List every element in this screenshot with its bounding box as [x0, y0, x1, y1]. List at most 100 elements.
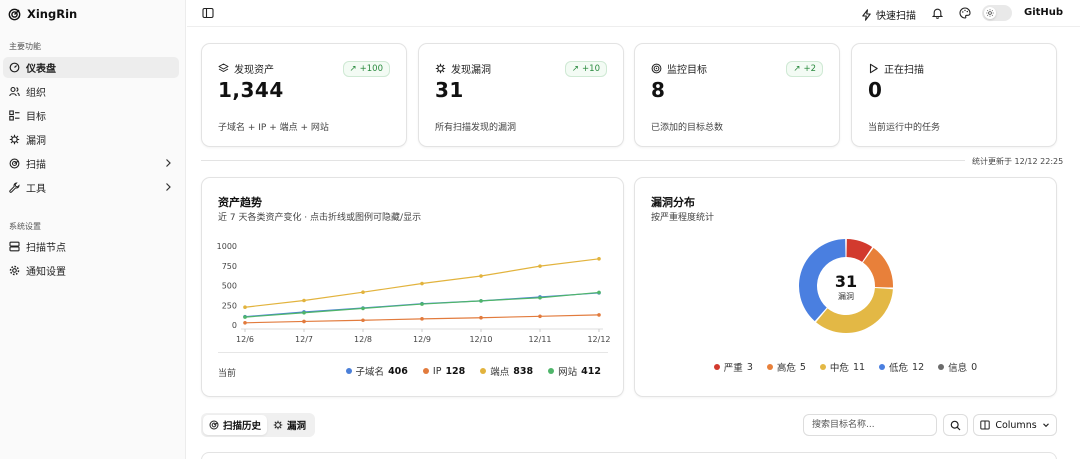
- sidebar-item-dashboard[interactable]: 仪表盘: [3, 57, 179, 78]
- legend-dot: [766, 364, 773, 370]
- data-point: [302, 310, 306, 315]
- sidebar-item-label: 扫描: [26, 160, 46, 171]
- data-point: [243, 315, 247, 319]
- legend-dot: [480, 368, 487, 374]
- target-icon: [651, 63, 662, 74]
- y-tick-label: 1000: [217, 242, 237, 251]
- legend-item[interactable]: 高危 5: [766, 360, 806, 374]
- current-label: 当前: [218, 369, 237, 379]
- layers-icon: [218, 63, 229, 72]
- sidebar-item-scans[interactable]: 扫描: [3, 153, 179, 174]
- sidebar-item-vulnerabilities[interactable]: 漏洞: [3, 129, 179, 150]
- data-point: [302, 319, 306, 324]
- y-tick-label: 750: [222, 262, 237, 271]
- section-divider: [201, 160, 965, 161]
- data-point: [479, 274, 483, 278]
- sidebar-item-organizations[interactable]: 组织: [3, 81, 179, 102]
- legend-name: 中危: [829, 363, 849, 374]
- columns-button[interactable]: Columns: [973, 414, 1057, 436]
- stat-desc: 所有扫描发现的漏洞: [435, 123, 517, 133]
- legend-value: 838: [513, 365, 534, 377]
- legend-item[interactable]: IP 128: [422, 364, 466, 378]
- tab-vulnerabilities[interactable]: 漏洞: [267, 415, 312, 435]
- legend-name: 网站: [558, 367, 578, 378]
- sidebar-item-scan-nodes[interactable]: 扫描节点: [3, 236, 179, 257]
- quick-scan-button[interactable]: 快速扫描: [861, 7, 916, 22]
- radar-icon: [9, 158, 20, 169]
- chart-footer-divider: [218, 352, 608, 353]
- sidebar-toggle-button[interactable]: [202, 7, 214, 19]
- search-input[interactable]: [803, 414, 937, 436]
- asset-trend-chart[interactable]: 0 250 500 750 1000 12/6 12/7 12/8 12/9 12/10 12/11…: [202, 233, 623, 353]
- data-point: [243, 305, 247, 310]
- legend-dot: [879, 364, 886, 370]
- legend-item[interactable]: 低危 12: [879, 360, 924, 374]
- legend-name: 端点: [490, 367, 510, 378]
- x-tick-label: 12/9: [413, 335, 431, 344]
- github-link[interactable]: GitHub: [1024, 7, 1063, 18]
- chevron-right-icon: [164, 158, 172, 171]
- donut-center-label: 漏洞: [838, 292, 854, 301]
- asset-trend-subtitle: 近 7 天各类资产变化 · 点击折线或图例可隐藏/显示: [218, 213, 422, 223]
- data-point: [302, 298, 306, 303]
- bug-icon: [273, 420, 283, 430]
- columns-icon: [980, 420, 991, 430]
- legend-dot: [548, 368, 555, 374]
- main-group-label: 主要功能: [9, 42, 41, 51]
- legend-value: 412: [581, 365, 601, 377]
- legend-item[interactable]: 中危 11: [819, 360, 865, 374]
- gear-icon: [9, 265, 20, 276]
- trend-badge: ↗ +100: [342, 61, 390, 77]
- x-tick-label: 12/8: [354, 335, 372, 344]
- y-tick-label: 0: [232, 321, 237, 330]
- legend-item[interactable]: 子域名 406: [345, 364, 408, 378]
- theme-palette-button[interactable]: [959, 7, 971, 19]
- search-button[interactable]: [943, 414, 968, 436]
- sidebar-item-targets[interactable]: 目标: [3, 105, 179, 126]
- legend-value: 128: [445, 365, 466, 377]
- legend-name: 严重: [723, 363, 743, 374]
- chevron-right-icon: [164, 182, 172, 195]
- legend-value: 3: [746, 361, 753, 373]
- legend-name: 高危: [776, 363, 796, 374]
- stat-card-targets: 监控目标 ↗ +2 8 已添加的目标总数: [634, 43, 840, 147]
- sidebar-item-label: 工具: [26, 184, 46, 195]
- data-point: [538, 295, 542, 300]
- trend-up-icon: ↗: [349, 64, 357, 74]
- legend-item[interactable]: 端点 838: [480, 364, 533, 378]
- sidebar-item-tools[interactable]: 工具: [3, 177, 179, 198]
- legend-name: 低危: [889, 363, 909, 374]
- wrench-icon: [9, 182, 20, 193]
- settings-group-label: 系统设置: [9, 222, 41, 231]
- legend-item[interactable]: 严重 3: [713, 360, 753, 374]
- notifications-button[interactable]: [932, 7, 943, 19]
- x-tick-label: 12/7: [295, 335, 313, 344]
- legend-item[interactable]: 网站 412: [548, 364, 601, 378]
- dashboard-icon: [9, 62, 20, 73]
- data-point: [361, 306, 365, 311]
- quick-scan-label: 快速扫描: [876, 11, 916, 22]
- data-point: [597, 256, 601, 261]
- users-icon: [9, 86, 20, 97]
- bug-icon: [9, 134, 20, 145]
- sidebar-item-notifications[interactable]: 通知设置: [3, 260, 179, 281]
- legend-item[interactable]: 信息 0: [938, 360, 977, 374]
- vuln-legend: 严重 3 高危 5 中危 11 低危 12 信息 0: [635, 360, 1056, 374]
- legend-name: 信息: [948, 363, 968, 374]
- logo-icon: [8, 8, 21, 20]
- sidebar-item-label: 通知设置: [26, 267, 66, 278]
- legend-value: 12: [912, 361, 925, 373]
- data-point: [538, 264, 542, 268]
- chevron-down-icon: [1042, 423, 1049, 428]
- data-point: [479, 315, 483, 320]
- tab-scan-history[interactable]: 扫描历史: [203, 415, 268, 435]
- target-list-icon: [9, 110, 20, 121]
- brand[interactable]: XingRin: [8, 7, 77, 21]
- stat-card-running-scans: 正在扫描 0 当前运行中的任务: [851, 43, 1057, 147]
- sun-icon: [984, 7, 996, 19]
- stat-value: 8: [651, 78, 666, 102]
- theme-toggle[interactable]: [982, 5, 1012, 21]
- stat-desc: 已添加的目标总数: [651, 123, 724, 133]
- asset-trend-panel: 资产趋势 近 7 天各类资产变化 · 点击折线或图例可隐藏/显示 0 250 500…: [201, 177, 624, 397]
- server-icon: [9, 241, 20, 252]
